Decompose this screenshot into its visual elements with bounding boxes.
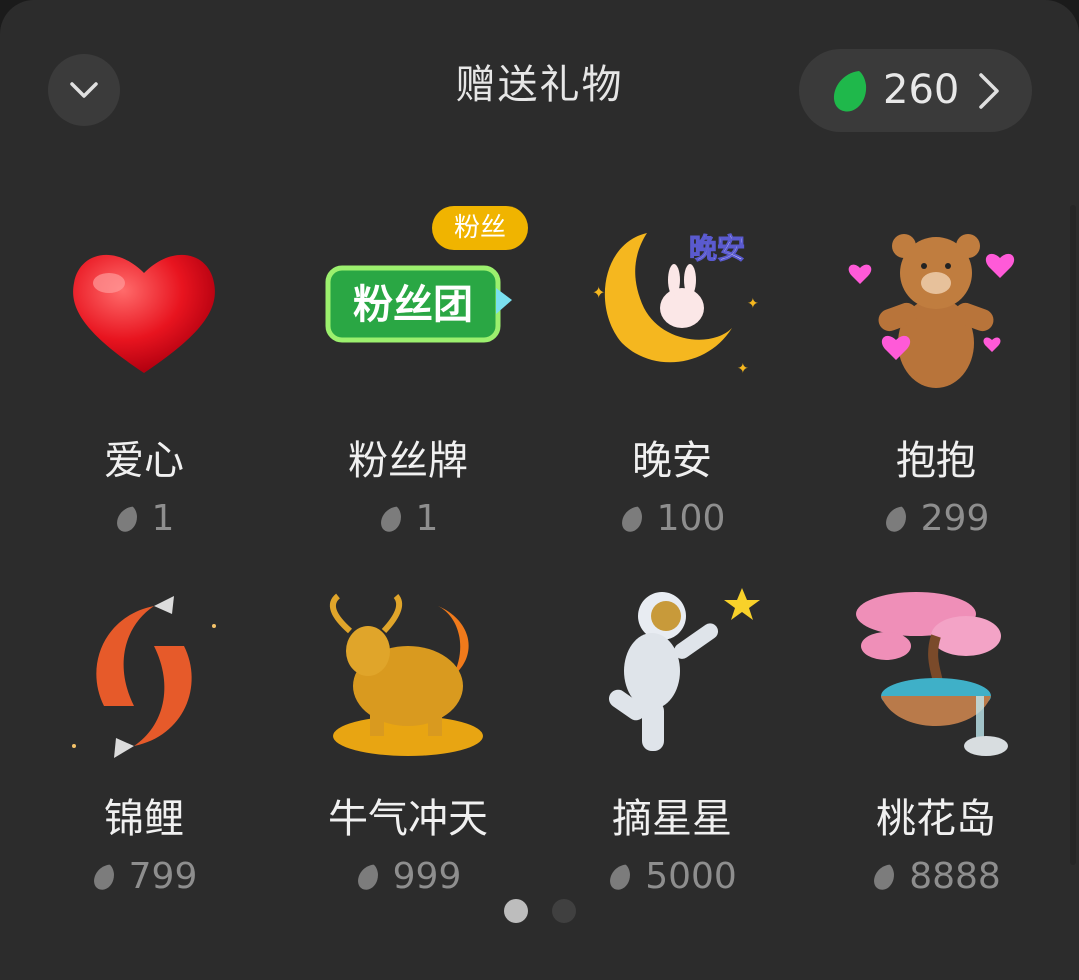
gift-item-peach-island[interactable]: 桃花岛 8888 [816,586,1056,916]
gift-price: 5000 [552,856,792,897]
gift-price-value: 299 [920,498,990,539]
fan-club-sign-text: 粉丝团 [353,282,473,328]
leaf-icon [621,506,642,532]
koi-fish-icon [72,596,216,758]
gift-price: 1 [288,498,528,539]
leaf-icon [380,506,401,532]
gift-price: 8888 [816,856,1056,897]
gift-panel: 赠送礼物 260 爱心 1 粉丝团 粉丝牌 1 晚安 ✦ ✦ ✦ 晚安 100 … [0,0,1079,980]
gift-price-value: 1 [415,498,439,539]
gift-item-fan-badge[interactable]: 粉丝团 粉丝牌 1 [288,228,528,558]
leaf-icon [610,864,631,890]
leaf-icon [116,506,137,532]
gift-name: 桃花岛 [876,796,996,842]
gift-price: 1 [24,498,264,539]
gift-price-value: 999 [392,856,462,897]
gift-item-heart[interactable]: 爱心 1 [24,228,264,558]
teddy-bear-icon [848,234,1015,388]
leaf-icon [874,864,895,890]
astronaut-icon [608,588,760,751]
gift-price-value: 1 [151,498,175,539]
scrollbar[interactable] [1070,205,1076,865]
gift-price-value: 799 [128,856,198,897]
gift-item-koi[interactable]: 锦鲤 799 [24,586,264,916]
leaf-icon [833,71,867,112]
fan-club-sign-icon: 粉丝团 [325,265,512,343]
golden-bull-icon [329,593,483,756]
balance-amount: 260 [883,67,960,113]
gift-item-astronaut[interactable]: 摘星星 5000 [552,586,792,916]
svg-text:✦: ✦ [592,283,605,302]
leaf-icon [885,506,906,532]
fan-badge-tag: 粉丝 [432,206,528,250]
gift-price-value: 8888 [909,856,1001,897]
gift-price-value: 100 [656,498,726,539]
gift-price-value: 5000 [645,856,737,897]
gift-item-bull[interactable]: 牛气冲天 999 [288,586,528,916]
gift-name: 牛气冲天 [328,796,488,842]
gift-name: 爱心 [104,438,184,484]
gift-price: 100 [552,498,792,539]
gift-item-hug[interactable]: 抱抱 299 [816,228,1056,558]
gift-price: 799 [24,856,264,897]
balance-button[interactable]: 260 [799,49,1032,132]
heart-icon [73,254,215,373]
peach-blossom-island-icon [856,592,1008,756]
chevron-right-icon [979,73,999,109]
gift-name: 粉丝牌 [348,438,468,484]
svg-text:✦: ✦ [747,296,759,312]
gift-name: 晚安 [632,438,712,484]
gift-name: 摘星星 [612,796,732,842]
moon-rabbit-icon: 晚安 ✦ ✦ ✦ [592,232,759,378]
leaf-icon [93,864,114,890]
gift-item-goodnight[interactable]: 晚安 ✦ ✦ ✦ 晚安 100 [552,228,792,558]
gift-name: 抱抱 [896,438,976,484]
goodnight-text: 晚安 [689,232,745,265]
svg-text:✦: ✦ [737,361,749,377]
page-dot-1[interactable] [504,899,528,923]
gift-price: 299 [816,498,1056,539]
gift-price: 999 [288,856,528,897]
gift-name: 锦鲤 [104,796,184,842]
leaf-icon [357,864,378,890]
page-dot-2[interactable] [552,899,576,923]
